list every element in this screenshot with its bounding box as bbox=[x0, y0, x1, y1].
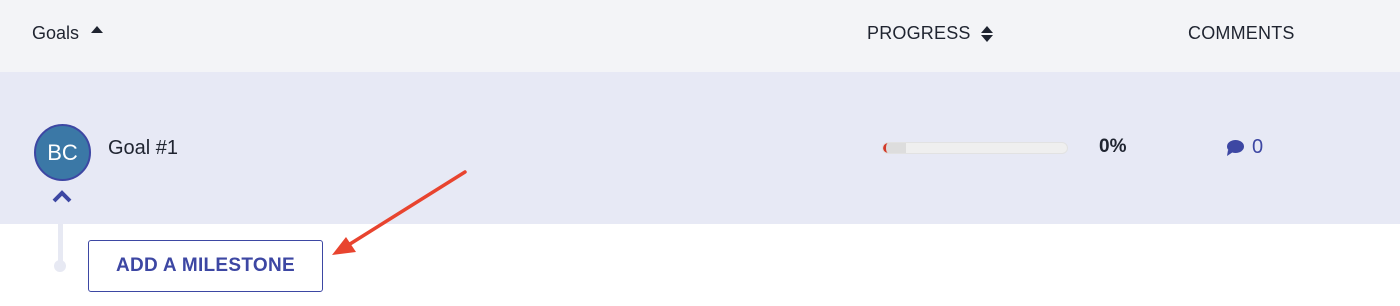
comment-count: 0 bbox=[1252, 136, 1264, 158]
goal-title[interactable]: Goal #1 bbox=[108, 137, 178, 160]
milestone-timeline-dot bbox=[54, 260, 66, 272]
goals-column-label: Goals bbox=[32, 23, 80, 43]
progress-bar-fill bbox=[883, 143, 907, 153]
goals-column-header[interactable]: Goals bbox=[32, 23, 104, 44]
add-milestone-button[interactable]: ADD A MILESTONE bbox=[88, 240, 323, 292]
comments-column-header: COMMENTS bbox=[1188, 23, 1295, 44]
progress-bar bbox=[882, 142, 1068, 154]
annotation-arrow-icon bbox=[332, 170, 467, 255]
table-header: Goals PROGRESS COMMENTS bbox=[0, 0, 1400, 72]
avatar: BC bbox=[34, 124, 91, 181]
progress-column-header[interactable]: PROGRESS bbox=[867, 23, 993, 44]
comment-icon bbox=[1227, 139, 1244, 156]
milestone-timeline-line bbox=[58, 224, 63, 264]
comments-column-label: COMMENTS bbox=[1188, 23, 1295, 43]
comments-link[interactable]: 0 bbox=[1225, 136, 1263, 159]
avatar-initials: BC bbox=[47, 139, 78, 165]
goal-row[interactable] bbox=[0, 72, 1400, 224]
progress-column-label: PROGRESS bbox=[867, 23, 971, 43]
sort-ascending-icon bbox=[91, 26, 104, 33]
sort-toggle-icon bbox=[980, 25, 993, 42]
progress-percent: 0% bbox=[1099, 136, 1127, 157]
chevron-up-icon[interactable] bbox=[52, 188, 72, 204]
